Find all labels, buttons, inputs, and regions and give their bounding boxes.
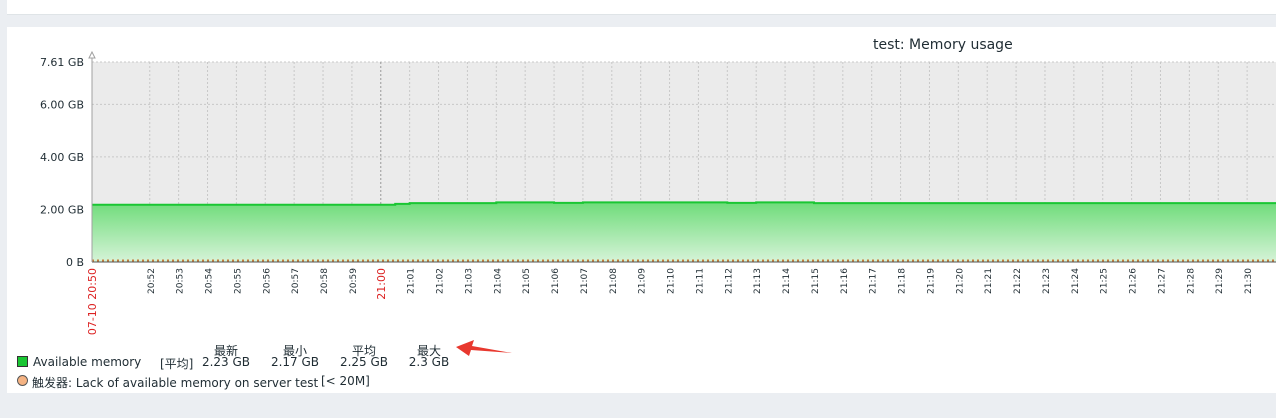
- legend-swatch-available-memory: [17, 356, 28, 367]
- x-tick-label: 21:08: [609, 268, 619, 294]
- x-tick-label: 21:17: [869, 268, 879, 294]
- trigger-indicator-icon: [17, 375, 28, 386]
- x-tick-label: 21:25: [1100, 268, 1110, 294]
- annotation-arrow-icon: [456, 340, 512, 356]
- chart-title: test: Memory usage: [873, 37, 1013, 53]
- x-tick-label: 21:14: [782, 268, 792, 294]
- x-tick-label: 21:26: [1129, 268, 1139, 294]
- x-tick-label: 21:20: [955, 268, 965, 294]
- x-tick-label: 21:19: [926, 268, 936, 294]
- x-tick-label: 21:02: [436, 268, 446, 294]
- x-tick-label: 21:00: [375, 268, 388, 300]
- trigger-prefix: 触发器: [32, 376, 69, 390]
- y-tick-label: 2.00 GB: [40, 203, 84, 216]
- legend-stat-min: 2.17 GB: [270, 355, 320, 369]
- x-tick-label: 21:05: [522, 268, 532, 294]
- x-tick-label: 21:27: [1157, 268, 1167, 294]
- y-axis-arrow-icon: [88, 50, 96, 59]
- x-tick-label: 20:58: [320, 268, 330, 294]
- x-tick-label: 21:21: [984, 268, 994, 294]
- x-tick-label: 21:04: [493, 268, 503, 294]
- legend-series-func: [平均]: [160, 357, 194, 371]
- legend-stat-last: 2.23 GB: [201, 355, 251, 369]
- legend-series-name: Available memory: [33, 355, 142, 369]
- x-tick-label: 21:29: [1215, 268, 1225, 294]
- y-tick-label: 7.61 GB: [40, 56, 84, 69]
- y-tick-label: 6.00 GB: [40, 98, 84, 111]
- x-tick-label: 21:23: [1042, 268, 1052, 294]
- y-tick-label: 4.00 GB: [40, 151, 84, 164]
- x-tick-label: 20:57: [291, 268, 301, 294]
- x-tick-label: 21:13: [753, 268, 763, 294]
- x-tick-label: 21:09: [638, 268, 648, 294]
- x-tick-label: 21:01: [407, 268, 417, 294]
- x-tick-label: 20:59: [349, 268, 359, 294]
- x-tick-label: 20:55: [233, 268, 243, 294]
- x-tick-label: 21:11: [695, 268, 705, 294]
- x-tick-label: 21:28: [1186, 268, 1196, 294]
- x-tick-label: 21:16: [840, 268, 850, 294]
- x-tick-label: 21:03: [464, 268, 474, 294]
- x-tick-label: 20:56: [262, 268, 272, 294]
- x-tick-label: 21:10: [667, 268, 677, 294]
- x-tick-label: 21:07: [580, 268, 590, 294]
- x-tick-label: 21:18: [898, 268, 908, 294]
- x-tick-label: 20:54: [205, 268, 215, 294]
- legend-stat-avg: 2.25 GB: [339, 355, 389, 369]
- y-tick-label: 0 B: [66, 256, 84, 269]
- trigger-line: 触发器: Lack of available memory on server …: [32, 374, 318, 391]
- x-tick-label: 21:22: [1013, 268, 1023, 294]
- x-tick-label: 07-10 20:50: [86, 268, 99, 335]
- x-tick-label: 21:15: [811, 268, 821, 294]
- x-tick-label: 21:30: [1244, 268, 1254, 294]
- x-tick-label: 21:12: [724, 268, 734, 294]
- x-tick-label: 20:53: [176, 268, 186, 294]
- trigger-text: : Lack of available memory on server tes…: [68, 376, 319, 390]
- available-memory-area: [92, 202, 1276, 262]
- x-tick-label: 20:52: [147, 268, 157, 294]
- x-tick-label: 21:24: [1071, 268, 1081, 294]
- trigger-condition: [< 20M]: [321, 374, 370, 388]
- x-tick-label: 21:06: [551, 268, 561, 294]
